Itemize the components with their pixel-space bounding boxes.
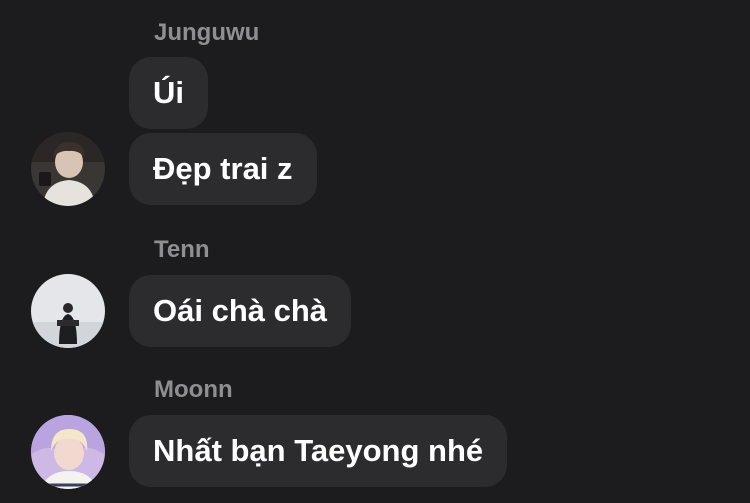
sender-name: Moonn: [154, 376, 233, 403]
chat-thread: Junguwu Úi Đẹp trai z Tenn Oái chà chà M…: [0, 0, 750, 503]
message-bubble[interactable]: Oái chà chà: [129, 275, 352, 347]
avatar[interactable]: [31, 415, 105, 489]
message-bubble[interactable]: Úi: [129, 57, 208, 129]
sender-name: Junguwu: [154, 19, 260, 46]
sender-name: Tenn: [154, 236, 210, 263]
user-photo-icon: [31, 132, 105, 206]
message-bubble[interactable]: Đẹp trai z: [129, 133, 317, 205]
avatar[interactable]: [31, 132, 105, 206]
message-bubble[interactable]: Nhất bạn Taeyong nhé: [129, 415, 508, 487]
avatar[interactable]: [31, 274, 105, 348]
user-photo-icon: [31, 274, 105, 348]
user-photo-icon: [31, 415, 105, 489]
